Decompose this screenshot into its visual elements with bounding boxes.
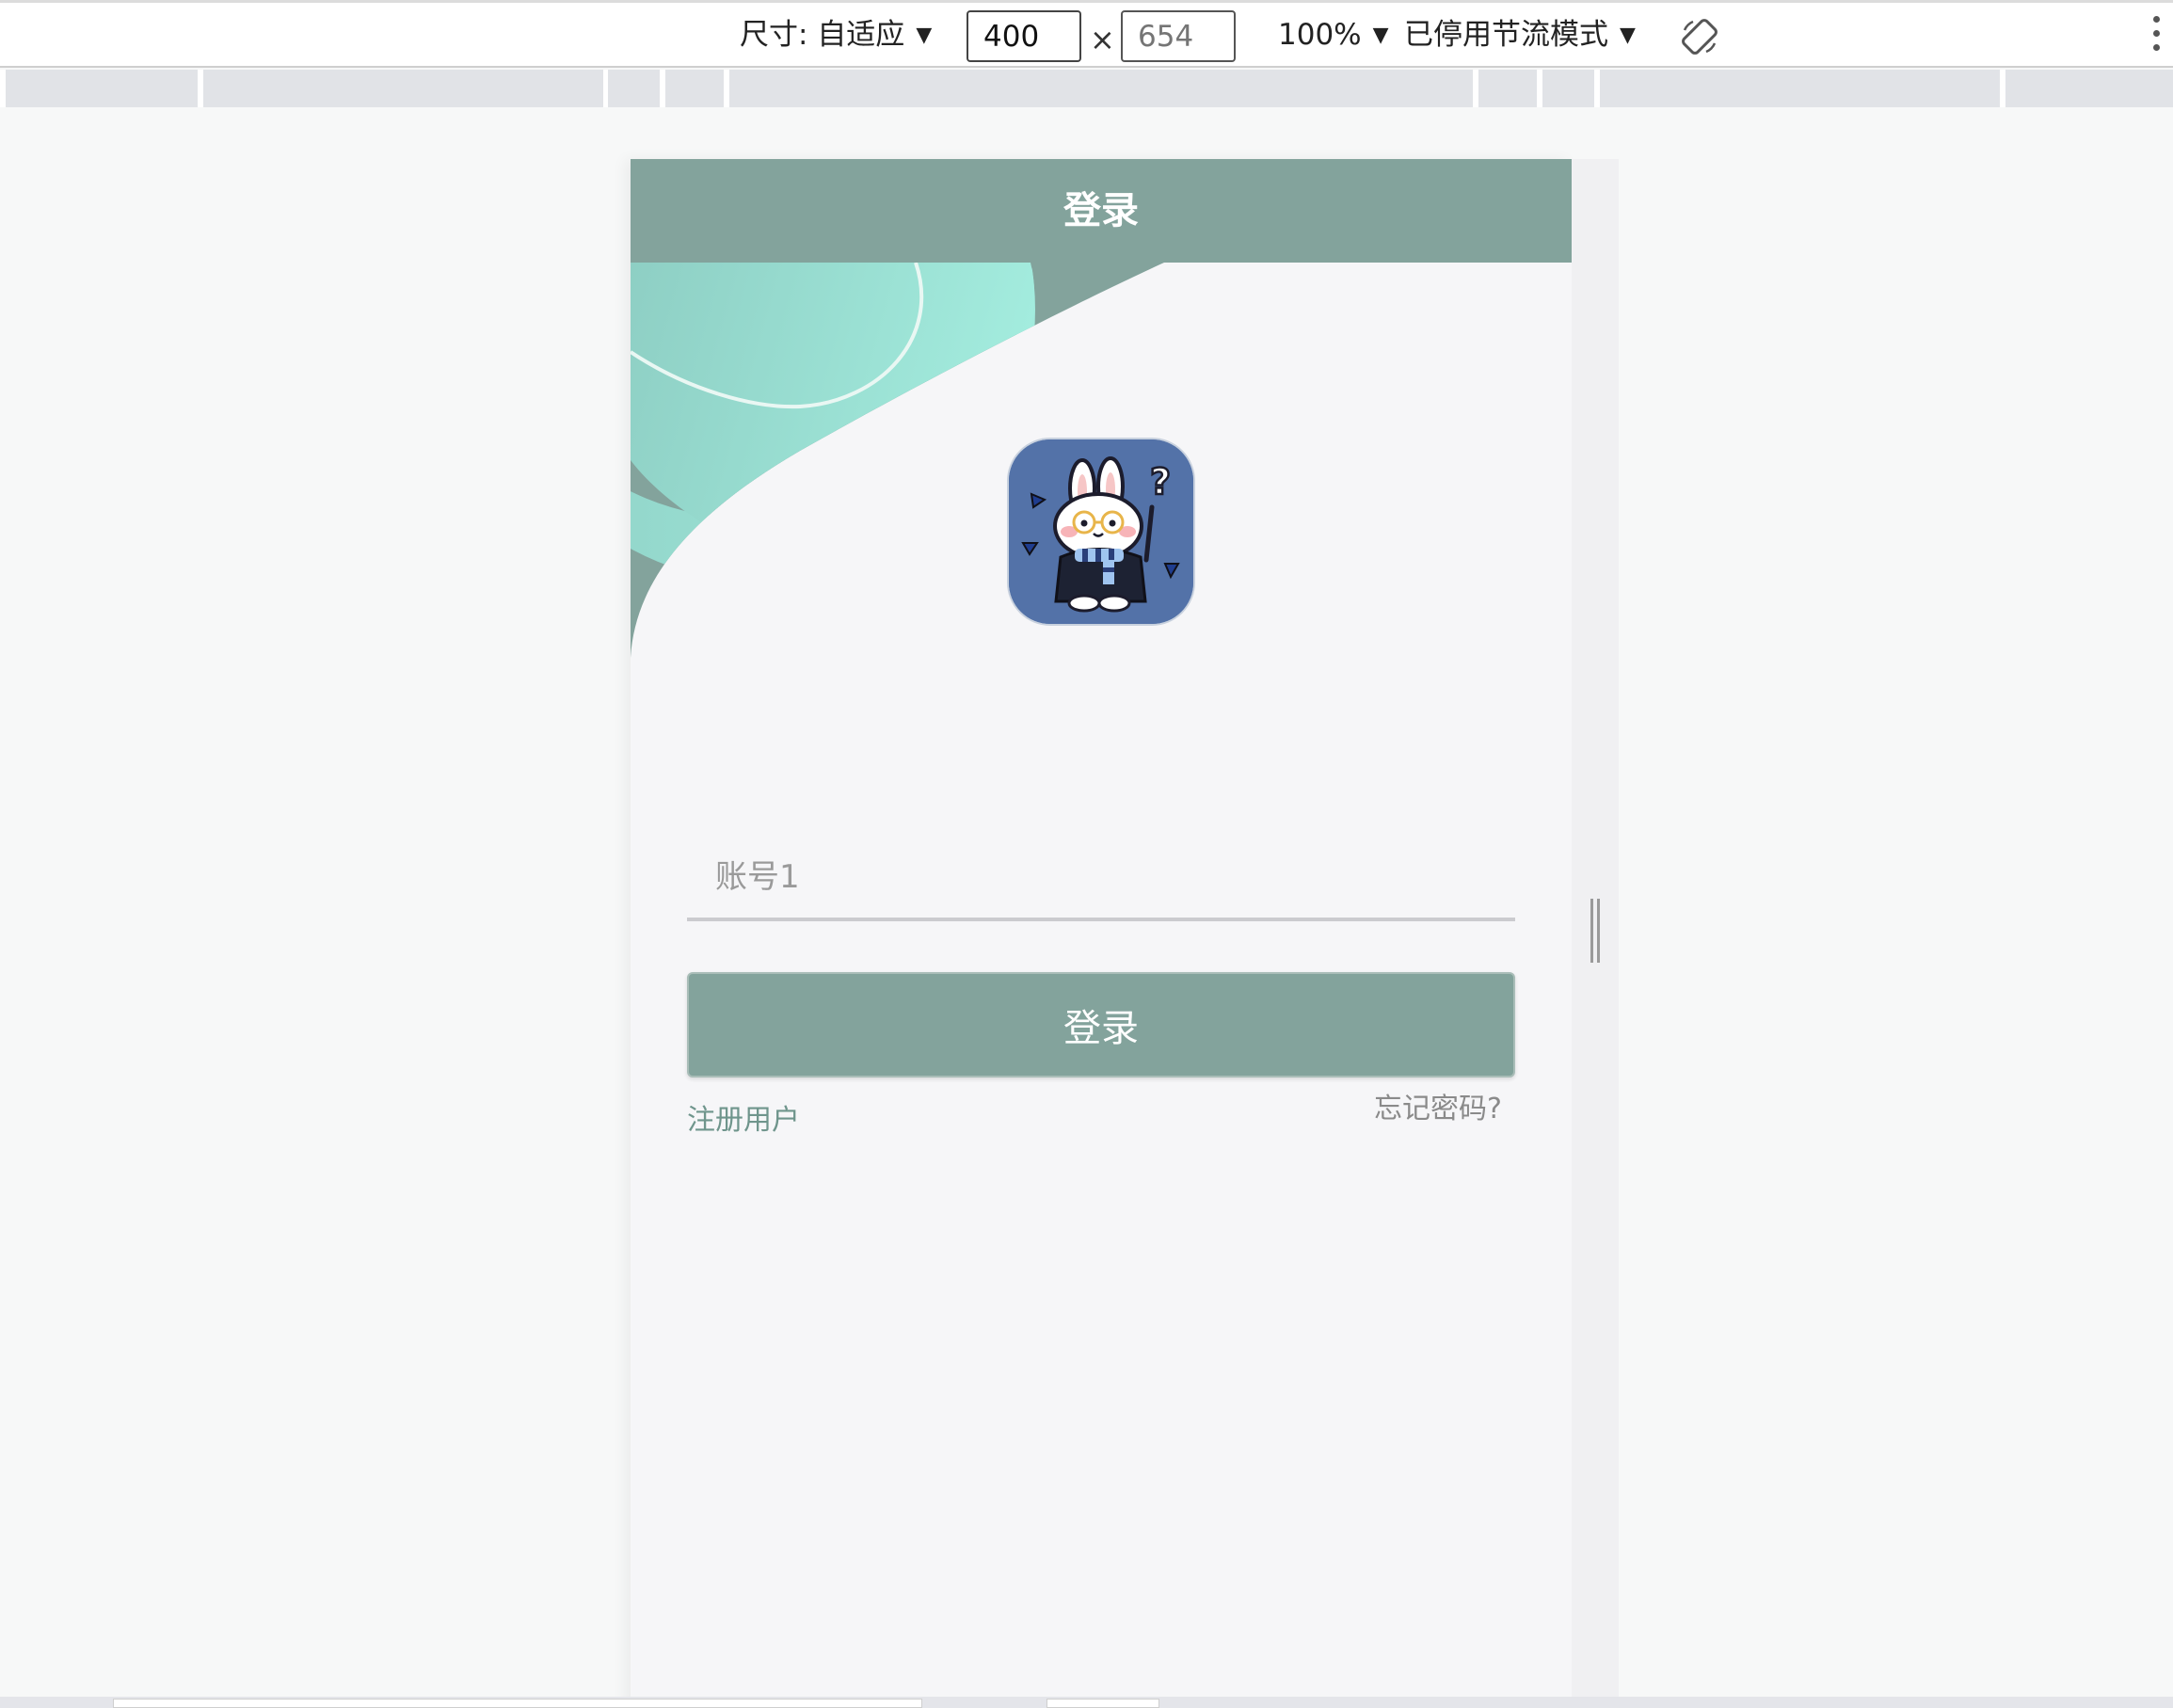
chevron-down-icon: ▼ [1620,24,1636,47]
register-link[interactable]: 注册用户 [687,1096,800,1138]
bottom-panel-edge [0,1697,2173,1708]
width-input[interactable] [967,10,1081,62]
zoom-label: 100% [1278,18,1362,52]
bottom-panel-tab [113,1699,922,1708]
media-query-segment[interactable] [1478,70,1537,107]
username-field [687,837,1515,921]
bunny-avatar-icon: ? [1007,438,1195,626]
media-query-segment[interactable] [1542,70,1594,107]
chevron-down-icon: ▼ [916,24,933,47]
height-input[interactable] [1121,10,1236,62]
throttle-dropdown[interactable]: 已停用节流模式 ▼ [1404,14,1636,56]
more-vertical-icon[interactable] [2153,16,2163,57]
media-query-segment[interactable] [2005,70,2173,107]
page-title: 登录 [1063,189,1139,232]
media-query-segment[interactable] [6,70,198,107]
dimensions-dropdown[interactable]: 尺寸: 自适应 ▼ [740,14,932,56]
media-query-segment[interactable] [203,70,603,107]
forgot-password-link[interactable]: 忘记密码? [1374,1085,1502,1126]
resize-handle[interactable] [1589,899,1602,963]
rotate-icon[interactable] [1680,17,1719,56]
media-query-bar [0,70,2173,107]
username-input[interactable] [687,837,1515,918]
times-sign: × [1090,22,1115,57]
devtools-device-toolbar: 尺寸: 自适应 ▼ × 100% ▼ 已停用节流模式 ▼ [0,0,2173,68]
chevron-down-icon: ▼ [1372,24,1389,47]
bottom-panel-tab [1047,1699,1159,1708]
media-query-segment[interactable] [729,70,1473,107]
login-button[interactable]: 登录 [687,972,1515,1077]
device-viewport: 登录 ? 账号1 登录 注册用户 忘记密码? [631,159,1572,1708]
throttle-label: 已停用节流模式 [1404,18,1608,52]
media-query-segment[interactable] [608,70,660,107]
svg-text:?: ? [1150,461,1171,503]
dimensions-label: 尺寸: 自适应 [740,18,905,52]
zoom-dropdown[interactable]: 100% ▼ [1278,14,1389,56]
media-query-segment[interactable] [1600,70,2000,107]
media-query-segment[interactable] [665,70,724,107]
app-header: 登录 [631,159,1572,263]
